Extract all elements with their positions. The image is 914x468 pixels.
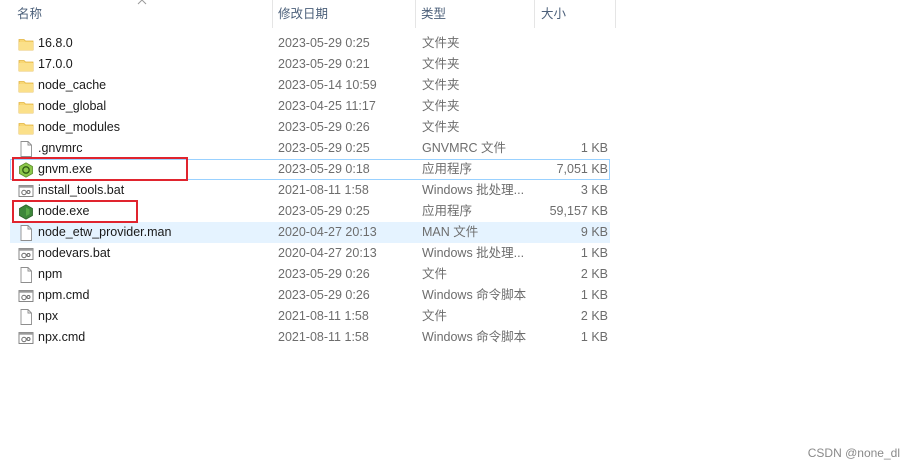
file-modified-date: 2021-08-11 1:58 <box>278 309 369 323</box>
file-type: Windows 批处理... <box>422 183 525 197</box>
file-modified-date: 2023-05-14 10:59 <box>278 78 377 92</box>
file-size: 59,157 KB <box>549 204 608 218</box>
file-modified-date: 2020-04-27 20:13 <box>278 246 377 260</box>
file-row[interactable]: 17.0.0 2023-05-29 0:21 文件夹 <box>10 54 610 75</box>
batch-file-icon <box>17 328 35 347</box>
column-header-type[interactable]: 类型 <box>421 0 534 28</box>
watermark: CSDN @none_dl <box>807 446 900 460</box>
batch-file-icon <box>17 181 35 200</box>
file-type: 应用程序 <box>422 204 473 218</box>
column-divider[interactable] <box>272 0 273 28</box>
highlight-box-gnvm <box>12 157 188 181</box>
file-modified-date: 2023-05-29 0:25 <box>278 36 370 50</box>
file-type: 文件 <box>422 267 448 281</box>
file-name: 16.8.0 <box>38 36 73 50</box>
file-size: 2 KB <box>580 309 608 323</box>
folder-icon <box>17 76 35 95</box>
column-divider[interactable] <box>615 0 616 28</box>
file-size: 2 KB <box>580 267 608 281</box>
file-row[interactable]: npm.cmd 2023-05-29 0:26 Windows 命令脚本 1 KB <box>10 285 610 306</box>
file-modified-date: 2023-05-29 0:18 <box>278 162 370 176</box>
file-name: install_tools.bat <box>38 183 125 197</box>
file-name: 17.0.0 <box>38 57 73 71</box>
file-row[interactable]: node_etw_provider.man 2020-04-27 20:13 MAN… <box>10 222 610 243</box>
file-row[interactable]: install_tools.bat 2021-08-11 1:58 Windows … <box>10 180 610 201</box>
file-type: GNVMRC 文件 <box>422 141 507 155</box>
file-name: npm.cmd <box>38 288 90 302</box>
file-type: Windows 命令脚本 <box>422 288 527 302</box>
file-type: 文件夹 <box>422 120 460 134</box>
file-modified-date: 2023-05-29 0:26 <box>278 288 370 302</box>
file-size: 1 KB <box>580 246 608 260</box>
column-header-bar: 名称 修改日期 类型 大小 <box>0 0 616 28</box>
file-size <box>531 76 608 95</box>
column-header-date[interactable]: 修改日期 <box>278 0 415 28</box>
file-row[interactable]: node_cache 2023-05-14 10:59 文件夹 <box>10 75 610 96</box>
file-type: 文件夹 <box>422 57 460 71</box>
folder-icon <box>17 97 35 116</box>
file-row[interactable]: npx.cmd 2021-08-11 1:58 Windows 命令脚本 1 KB <box>10 327 610 348</box>
file-name: node_modules <box>38 120 121 134</box>
file-row[interactable]: .gnvmrc 2023-05-29 0:25 GNVMRC 文件 1 KB <box>10 138 610 159</box>
file-size: 1 KB <box>580 288 608 302</box>
file-size: 9 KB <box>580 225 608 239</box>
file-name: node_cache <box>38 78 107 92</box>
file-name: npm <box>38 267 63 281</box>
file-modified-date: 2023-04-25 11:17 <box>278 99 376 113</box>
file-size <box>531 97 608 116</box>
file-size <box>531 118 608 137</box>
file-row[interactable]: node_global 2023-04-25 11:17 文件夹 <box>10 96 610 117</box>
file-size: 1 KB <box>580 141 608 155</box>
file-icon <box>17 139 35 158</box>
column-divider[interactable] <box>534 0 535 28</box>
file-modified-date: 2020-04-27 20:13 <box>278 225 377 239</box>
file-modified-date: 2023-05-29 0:26 <box>278 120 370 134</box>
highlight-box-node <box>12 200 138 223</box>
file-type: 文件夹 <box>422 36 460 50</box>
file-icon <box>17 265 35 284</box>
file-type: 文件夹 <box>422 99 460 113</box>
file-row[interactable]: 16.8.0 2023-05-29 0:25 文件夹 <box>10 33 610 54</box>
file-type: Windows 批处理... <box>422 246 525 260</box>
file-row[interactable]: npx 2021-08-11 1:58 文件 2 KB <box>10 306 610 327</box>
column-header-size[interactable]: 大小 <box>541 0 615 28</box>
file-name: npx.cmd <box>38 330 86 344</box>
file-type: 文件夹 <box>422 78 460 92</box>
file-row[interactable]: npm 2023-05-29 0:26 文件 2 KB <box>10 264 610 285</box>
batch-file-icon <box>17 286 35 305</box>
file-icon <box>17 223 35 242</box>
file-size: 1 KB <box>580 330 608 344</box>
file-modified-date: 2023-05-29 0:26 <box>278 267 370 281</box>
file-type: 文件 <box>422 309 448 323</box>
batch-file-icon <box>17 244 35 263</box>
file-type: 应用程序 <box>422 162 473 176</box>
file-name: npx <box>38 309 59 323</box>
file-size <box>531 34 608 53</box>
file-modified-date: 2023-05-29 0:25 <box>278 204 370 218</box>
file-name: node_etw_provider.man <box>38 225 172 239</box>
file-name: node_global <box>38 99 107 113</box>
file-type: MAN 文件 <box>422 225 479 239</box>
folder-icon <box>17 34 35 53</box>
file-modified-date: 2023-05-29 0:25 <box>278 141 370 155</box>
file-row[interactable]: nodevars.bat 2020-04-27 20:13 Windows 批处理.… <box>10 243 610 264</box>
column-divider[interactable] <box>415 0 416 28</box>
file-name: nodevars.bat <box>38 246 111 260</box>
file-name: .gnvmrc <box>38 141 83 155</box>
file-row[interactable]: node_modules 2023-05-29 0:26 文件夹 <box>10 117 610 138</box>
file-size: 3 KB <box>580 183 608 197</box>
folder-icon <box>17 118 35 137</box>
folder-icon <box>17 55 35 74</box>
file-icon <box>17 307 35 326</box>
file-modified-date: 2021-08-11 1:58 <box>278 183 369 197</box>
file-size: 7,051 KB <box>556 162 608 176</box>
file-type: Windows 命令脚本 <box>422 330 527 344</box>
file-modified-date: 2023-05-29 0:21 <box>278 57 370 71</box>
column-header-name[interactable]: 名称 <box>17 0 272 28</box>
file-modified-date: 2021-08-11 1:58 <box>278 330 369 344</box>
file-size <box>531 55 608 74</box>
